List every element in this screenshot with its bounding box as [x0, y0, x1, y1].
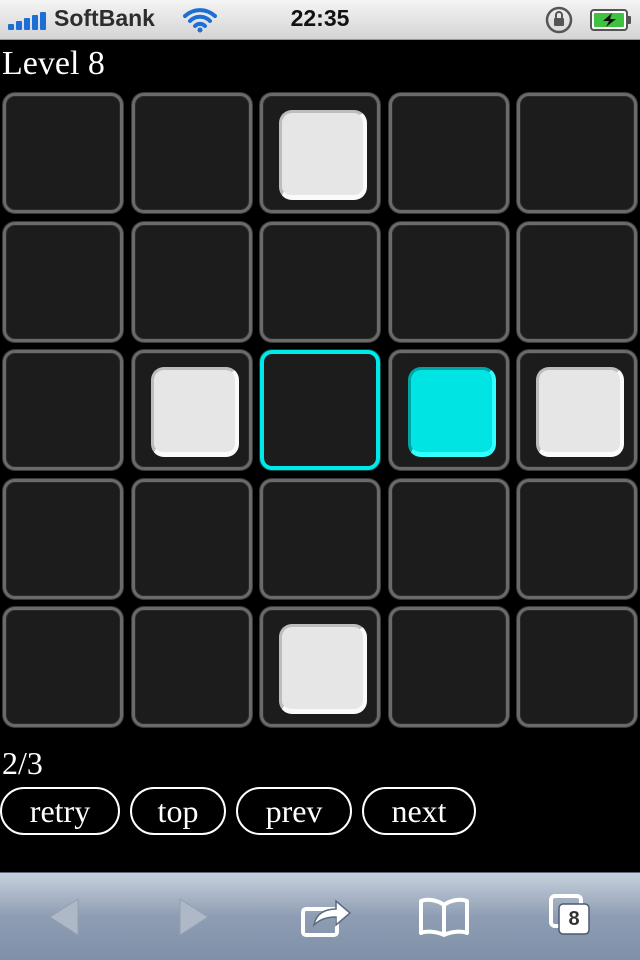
white-block[interactable]: [279, 110, 367, 200]
target-cell[interactable]: [260, 350, 380, 470]
grid-cell[interactable]: [389, 350, 509, 470]
top-button[interactable]: top: [130, 787, 226, 835]
grid-cell[interactable]: [3, 350, 123, 470]
game-board: [0, 90, 640, 730]
grid-cell[interactable]: [389, 93, 509, 213]
retry-button[interactable]: retry: [0, 787, 120, 835]
rotation-lock-icon: [545, 6, 573, 34]
tabs-icon[interactable]: 8: [548, 893, 592, 939]
grid-cell[interactable]: [260, 479, 380, 599]
cyan-block[interactable]: [408, 367, 496, 457]
battery-charging-icon: [590, 9, 631, 31]
grid-cell[interactable]: [260, 93, 380, 213]
level-progress: 2/3: [2, 745, 43, 781]
status-bar: SoftBank 22:35: [0, 0, 640, 40]
grid-cell[interactable]: [132, 607, 252, 727]
grid-cell[interactable]: [389, 479, 509, 599]
grid-cell[interactable]: [260, 607, 380, 727]
grid-cell[interactable]: [389, 222, 509, 342]
grid-cell[interactable]: [132, 479, 252, 599]
grid-cell[interactable]: [3, 93, 123, 213]
grid-cell[interactable]: [517, 222, 637, 342]
grid-cell[interactable]: [260, 222, 380, 342]
tab-count: 8: [568, 908, 580, 930]
grid-cell[interactable]: [517, 607, 637, 727]
grid-cell[interactable]: [517, 93, 637, 213]
grid-cell[interactable]: [3, 479, 123, 599]
browser-toolbar: 8: [0, 872, 640, 960]
grid-cell[interactable]: [389, 607, 509, 727]
forward-arrow-icon[interactable]: [176, 895, 212, 939]
grid-cell[interactable]: [517, 479, 637, 599]
next-button[interactable]: next: [362, 787, 476, 835]
bookmarks-icon[interactable]: [418, 895, 470, 939]
white-block[interactable]: [279, 624, 367, 714]
grid-cell[interactable]: [132, 93, 252, 213]
grid-cell[interactable]: [132, 350, 252, 470]
grid-cell[interactable]: [3, 222, 123, 342]
level-title: Level 8: [2, 45, 105, 82]
back-arrow-icon[interactable]: [46, 895, 82, 939]
grid-cell[interactable]: [132, 222, 252, 342]
white-block[interactable]: [536, 367, 624, 457]
prev-button[interactable]: prev: [236, 787, 352, 835]
white-block[interactable]: [151, 367, 239, 457]
grid-cell[interactable]: [3, 607, 123, 727]
share-icon[interactable]: [300, 895, 352, 939]
grid-cell[interactable]: [517, 350, 637, 470]
